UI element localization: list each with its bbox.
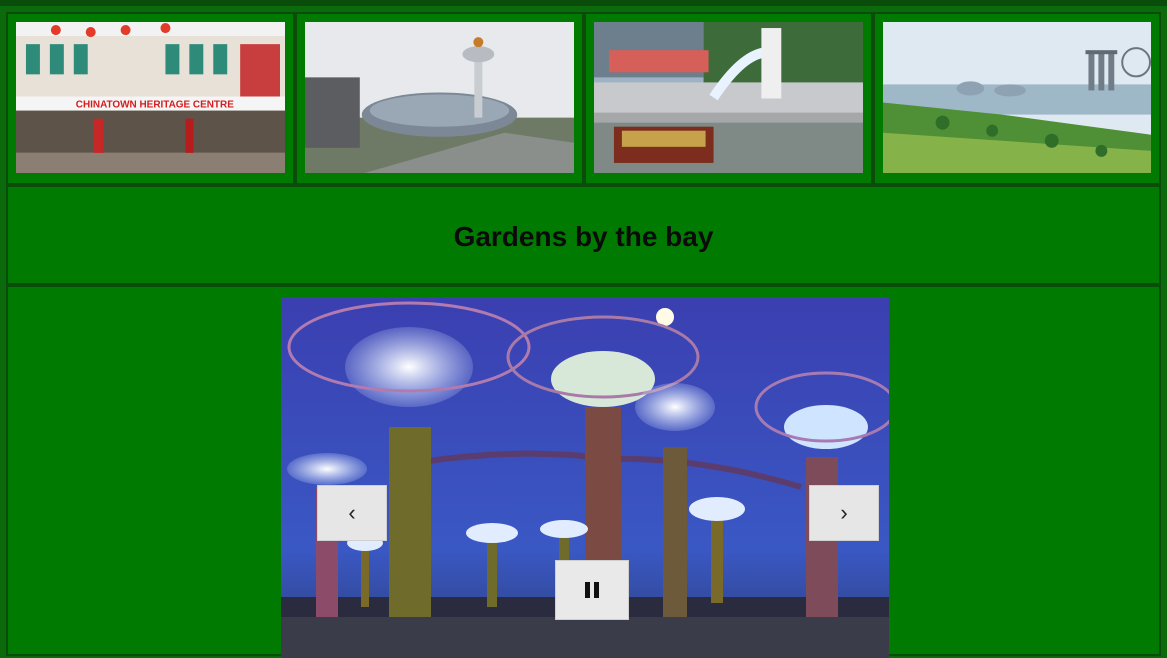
title-cell: Gardens by the bay	[6, 185, 1161, 285]
next-slide-button[interactable]: ›	[809, 485, 879, 541]
gallery-table: CHINATOWN HERITAGE CENTRE Gardens by the…	[6, 12, 1161, 658]
chinatown-image: CHINATOWN HERITAGE CENTRE	[16, 22, 285, 173]
thumbnail-marina-bay[interactable]	[883, 22, 1151, 173]
thumbnail-chinatown[interactable]: CHINATOWN HERITAGE CENTRE	[16, 22, 285, 173]
thumbnail-jewel-airport[interactable]	[305, 22, 574, 173]
merlion-image	[594, 22, 863, 173]
slideshow: ‹ ›	[281, 297, 889, 658]
jewel-airport-image	[305, 22, 574, 173]
thumb-cell-4	[873, 12, 1161, 185]
top-border	[0, 0, 1167, 6]
slider-cell: ‹ ›	[6, 285, 1161, 658]
thumbnail-merlion[interactable]	[594, 22, 863, 173]
marina-bay-image	[883, 22, 1151, 173]
previous-slide-button[interactable]: ‹	[317, 485, 387, 541]
chevron-right-icon: ›	[840, 500, 848, 525]
attraction-title: Gardens by the bay	[453, 221, 714, 252]
thumb-cell-3	[584, 12, 873, 185]
thumb-cell-2	[295, 12, 584, 185]
pause-slideshow-button[interactable]	[555, 560, 629, 620]
pause-icon	[585, 582, 590, 598]
svg-text:CHINATOWN HERITAGE CENTRE: CHINATOWN HERITAGE CENTRE	[76, 100, 234, 111]
pause-icon-bar	[594, 582, 599, 598]
chevron-left-icon: ‹	[348, 500, 356, 525]
thumb-cell-1: CHINATOWN HERITAGE CENTRE	[6, 12, 295, 185]
